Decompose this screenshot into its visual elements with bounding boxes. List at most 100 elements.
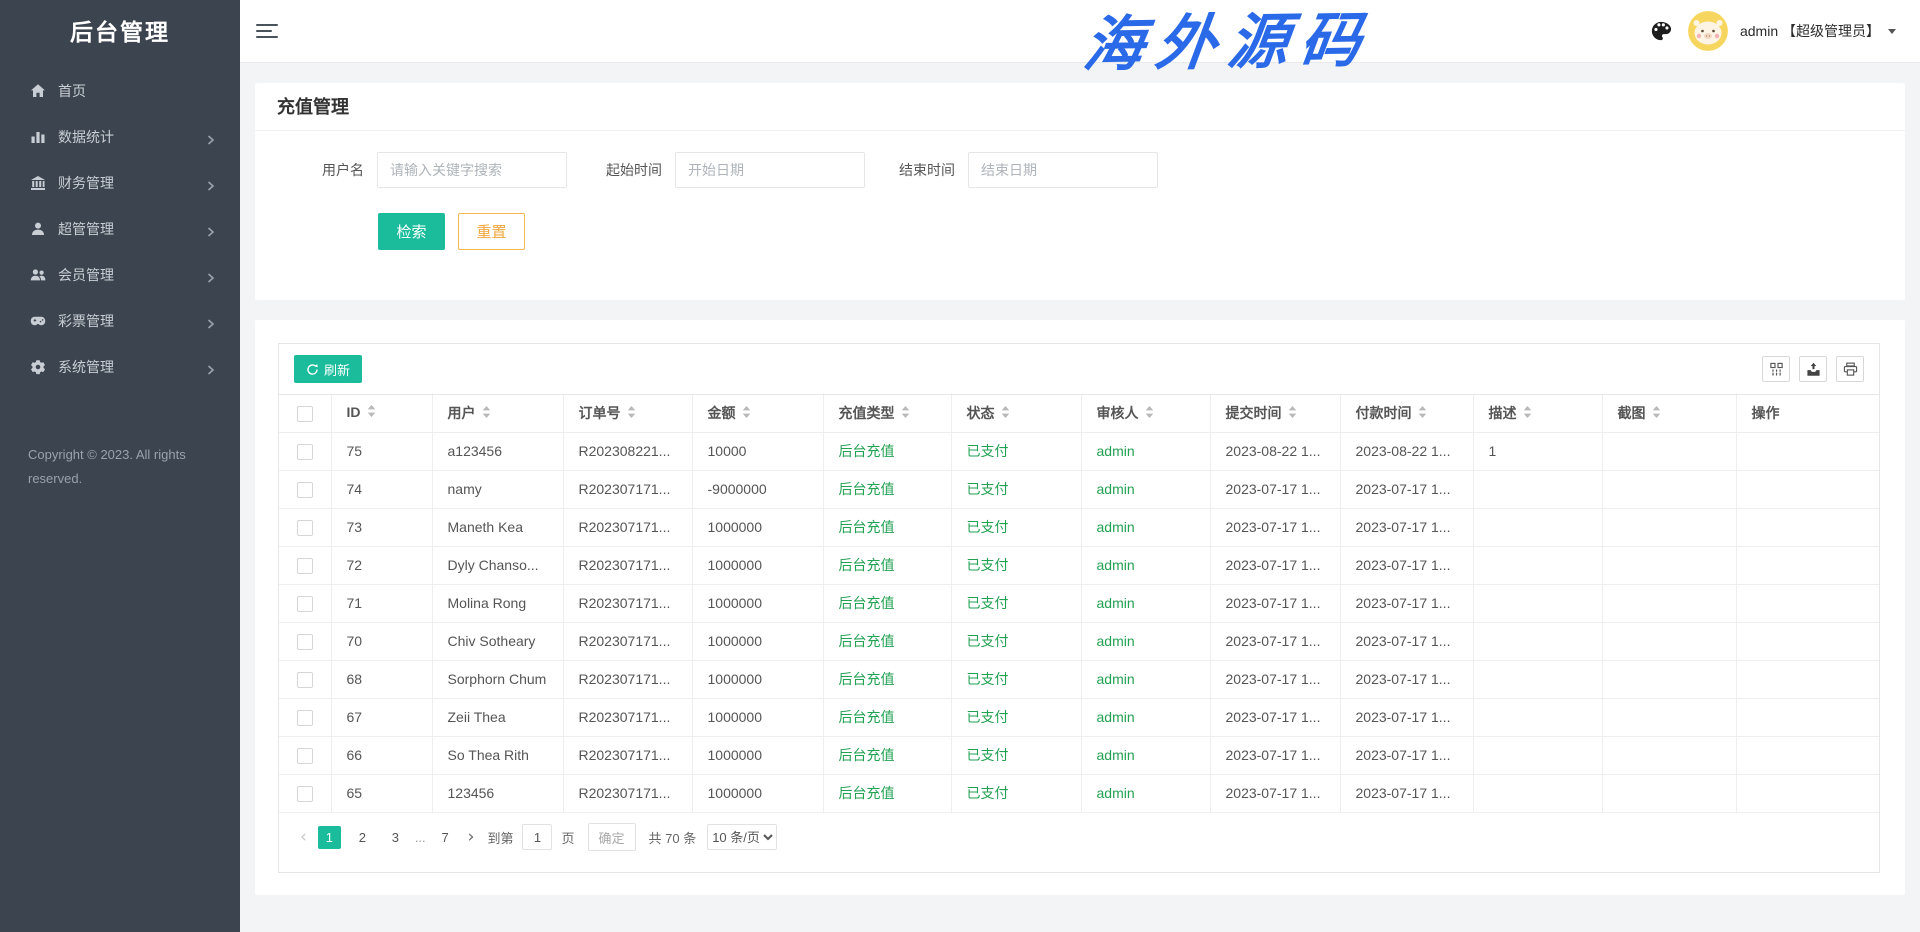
- sidebar-item-system[interactable]: 系统管理: [0, 344, 240, 390]
- column-header-status[interactable]: 状态: [951, 395, 1081, 432]
- chevron-down-icon[interactable]: [1888, 29, 1896, 34]
- cell-order_no: R202307171...: [563, 774, 692, 812]
- cell-screenshot: [1602, 774, 1736, 812]
- total-count-label: 共 70 条: [649, 828, 697, 847]
- cell-submit_time: 2023-07-17 1...: [1210, 736, 1340, 774]
- recharge-table: ID用户订单号金额充值类型状态审核人提交时间付款时间描述截图操作 75a1234…: [279, 395, 1879, 813]
- cell-order_no: R202307171...: [563, 584, 692, 622]
- sort-icon[interactable]: [1145, 405, 1154, 423]
- sidebar-item-admin[interactable]: 超管管理: [0, 206, 240, 252]
- row-checkbox[interactable]: [297, 672, 313, 688]
- user-avatar[interactable]: [1688, 11, 1728, 51]
- cell-type: 后台充值: [823, 774, 951, 812]
- cell-order_no: R202307171...: [563, 622, 692, 660]
- cell-screenshot: [1602, 546, 1736, 584]
- reset-button[interactable]: 重置: [458, 213, 525, 250]
- sort-icon[interactable]: [627, 405, 636, 423]
- sort-icon[interactable]: [1288, 405, 1297, 423]
- row-select-cell: [279, 546, 331, 584]
- refresh-button-label: 刷新: [324, 360, 350, 379]
- cell-user: Maneth Kea: [432, 508, 563, 546]
- cell-user: Zeii Thea: [432, 698, 563, 736]
- sort-icon[interactable]: [742, 405, 751, 423]
- cell-status: 已支付: [951, 546, 1081, 584]
- export-icon[interactable]: [1799, 356, 1827, 382]
- column-header-order_no[interactable]: 订单号: [563, 395, 692, 432]
- column-header-auditor[interactable]: 审核人: [1081, 395, 1210, 432]
- pager-prev-button[interactable]: ‹: [300, 829, 307, 846]
- columns-filter-icon[interactable]: [1762, 356, 1790, 382]
- cell-status: 已支付: [951, 584, 1081, 622]
- username-input[interactable]: [377, 152, 567, 188]
- row-checkbox[interactable]: [297, 558, 313, 574]
- row-checkbox[interactable]: [297, 634, 313, 650]
- row-checkbox[interactable]: [297, 748, 313, 764]
- column-header-screenshot[interactable]: 截图: [1602, 395, 1736, 432]
- row-checkbox[interactable]: [297, 596, 313, 612]
- sidebar-menu: 首页数据统计财务管理超管管理会员管理彩票管理系统管理: [0, 64, 240, 390]
- pager-page-active[interactable]: 1: [318, 826, 341, 849]
- column-header-label: 截图: [1618, 405, 1646, 421]
- sidebar-item-member[interactable]: 会员管理: [0, 252, 240, 298]
- cell-order_no: R202307171...: [563, 508, 692, 546]
- row-checkbox[interactable]: [297, 482, 313, 498]
- pager-page[interactable]: 3: [384, 826, 407, 849]
- row-checkbox[interactable]: [297, 710, 313, 726]
- cell-order_no: R202307171...: [563, 660, 692, 698]
- column-header-type[interactable]: 充值类型: [823, 395, 951, 432]
- column-header-label: 金额: [708, 405, 736, 421]
- cell-pay_time: 2023-07-17 1...: [1340, 546, 1473, 584]
- sort-icon[interactable]: [1001, 405, 1010, 423]
- sidebar-item-finance[interactable]: 财务管理: [0, 160, 240, 206]
- refresh-button[interactable]: 刷新: [294, 355, 362, 383]
- sidebar-item-lottery[interactable]: 彩票管理: [0, 298, 240, 344]
- cell-auditor: admin: [1081, 622, 1210, 660]
- end-date-input[interactable]: [968, 152, 1158, 188]
- cell-status: 已支付: [951, 622, 1081, 660]
- sort-icon[interactable]: [482, 405, 491, 423]
- cell-order_no: R202308221...: [563, 432, 692, 470]
- pager-next-button[interactable]: ›: [468, 829, 475, 846]
- cell-type: 后台充值: [823, 432, 951, 470]
- filter-card: 充值管理 用户名 起始时间 结束时间 检索 重置: [255, 83, 1905, 300]
- sort-icon[interactable]: [901, 405, 910, 423]
- sort-icon[interactable]: [1652, 405, 1661, 423]
- sort-icon[interactable]: [1418, 405, 1427, 423]
- theme-palette-icon[interactable]: [1650, 20, 1672, 42]
- sort-icon[interactable]: [1523, 405, 1532, 423]
- cell-auditor: admin: [1081, 774, 1210, 812]
- search-button[interactable]: 检索: [378, 213, 445, 250]
- table-row: 65123456R202307171...1000000后台充值已支付admin…: [279, 774, 1879, 812]
- column-header-user[interactable]: 用户: [432, 395, 563, 432]
- sort-icon[interactable]: [367, 404, 376, 422]
- column-header-pay_time[interactable]: 付款时间: [1340, 395, 1473, 432]
- per-page-select[interactable]: 10 条/页: [707, 824, 777, 850]
- row-checkbox[interactable]: [297, 520, 313, 536]
- column-header-desc[interactable]: 描述: [1473, 395, 1602, 432]
- cell-amount: 1000000: [692, 622, 823, 660]
- column-header-label: 描述: [1489, 405, 1517, 421]
- column-header-id[interactable]: ID: [331, 395, 432, 432]
- column-header-submit_time[interactable]: 提交时间: [1210, 395, 1340, 432]
- column-header-label: 订单号: [579, 405, 621, 421]
- cell-amount: 1000000: [692, 508, 823, 546]
- goto-confirm-button[interactable]: 确定: [588, 823, 636, 851]
- cell-type: 后台充值: [823, 736, 951, 774]
- table-container: 刷新 ID用户订单号金额充值类型状态审核人提交时间付款时间描述截图操作 75: [278, 343, 1880, 873]
- pager-page[interactable]: 2: [351, 826, 374, 849]
- row-checkbox[interactable]: [297, 786, 313, 802]
- sidebar-item-home[interactable]: 首页: [0, 68, 240, 114]
- pager-page[interactable]: 7: [434, 826, 457, 849]
- column-header-amount[interactable]: 金额: [692, 395, 823, 432]
- sidebar-item-stats[interactable]: 数据统计: [0, 114, 240, 160]
- start-date-input[interactable]: [675, 152, 865, 188]
- print-icon[interactable]: [1836, 356, 1864, 382]
- column-header-label: 用户: [448, 405, 476, 421]
- menu-toggle-icon[interactable]: [256, 24, 278, 38]
- select-all-checkbox[interactable]: [297, 406, 313, 422]
- current-user-label[interactable]: admin 【超级管理员】: [1740, 21, 1880, 41]
- cell-type: 后台充值: [823, 470, 951, 508]
- row-checkbox[interactable]: [297, 444, 313, 460]
- cell-pay_time: 2023-07-17 1...: [1340, 660, 1473, 698]
- goto-page-input[interactable]: [522, 824, 552, 850]
